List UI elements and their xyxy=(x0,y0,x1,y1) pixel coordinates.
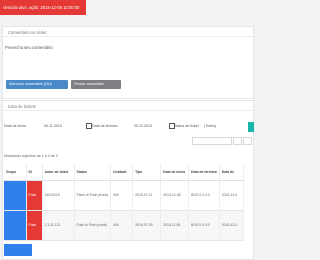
records-count: Mostrando registros de 1 a 2 de 2 xyxy=(4,154,58,158)
comment-textarea[interactable]: Preencha seu comentário xyxy=(5,45,53,50)
ticket-extra: 2015-12-0 xyxy=(219,210,244,241)
ticket-unit: N/A xyxy=(110,210,134,241)
ticket-end: BGS 0.0.0.0 xyxy=(188,180,220,211)
ticket-table: Grupo ID Autor do ticket Status Unidade … xyxy=(4,164,244,241)
status-label: Status de ticket xyxy=(174,124,199,128)
group-color-cell xyxy=(4,244,32,256)
col-header-type[interactable]: Tipo xyxy=(132,164,162,181)
search-input[interactable] xyxy=(192,137,232,145)
ticket-unit: N/A xyxy=(110,180,134,211)
table-row[interactable]: Push 2.3.31.121 Push di Push (trunk) N/A… xyxy=(4,210,244,241)
col-header-start[interactable]: Data de início xyxy=(160,164,190,181)
ticket-status: Plano di Push (trunk) xyxy=(74,180,112,211)
status-select[interactable]: (Todos) xyxy=(204,124,216,128)
ticket-type: 2015-07-11 xyxy=(132,180,162,211)
col-header-end[interactable]: Data de término xyxy=(188,164,220,181)
ticket-start: 2015-12-08 xyxy=(160,180,190,211)
group-color-cell xyxy=(4,210,27,241)
comment-panel-title: Comentário no ticket xyxy=(3,27,253,37)
date-to-input[interactable]: 05.12.2015 xyxy=(134,124,152,128)
ticket-author: 15012015 xyxy=(42,180,75,211)
export-button[interactable] xyxy=(243,137,252,145)
col-header-id[interactable]: ID xyxy=(26,164,43,181)
ticket-status: Push di Push (trunk) xyxy=(74,210,112,241)
date-from-input[interactable]: 05.11.2015 xyxy=(44,124,62,128)
add-comment-button[interactable]: Adicionar comentário (Ctrl) xyxy=(6,80,68,89)
divider xyxy=(2,98,254,99)
ticket-extra: 2015-12-0 xyxy=(219,180,244,211)
ticket-end: BGS 0.0.0.0 xyxy=(188,210,220,241)
filter-apply-button[interactable] xyxy=(248,122,254,132)
table-row[interactable]: Push 15012015 Plano di Push (trunk) N/A … xyxy=(4,180,244,211)
ticket-author: 2.3.31.121 xyxy=(42,210,75,241)
date-to-label: Data de término xyxy=(92,124,118,128)
ticket-id[interactable]: Push xyxy=(26,180,43,211)
col-header-status[interactable]: Status xyxy=(74,164,112,181)
close-comment-button[interactable]: Fechar comentário xyxy=(71,80,121,89)
group-color-cell xyxy=(4,180,27,211)
ticket-start: 2015-11-08 xyxy=(160,210,190,241)
filter-bar: Data de início 05.11.2015 Data de términ… xyxy=(4,122,256,132)
columns-button[interactable] xyxy=(233,137,242,145)
overdue-alert-banner: Vencido alvo, ação: 2015-12-05 10:00:00 xyxy=(0,0,86,15)
ticket-id[interactable]: Push xyxy=(26,210,43,241)
ticket-list-title: Lista de tickets xyxy=(3,101,253,111)
col-header-group[interactable]: Grupo xyxy=(4,164,27,181)
col-header-extra[interactable]: Data de xyxy=(219,164,244,181)
col-header-author[interactable]: Autor do ticket xyxy=(42,164,75,181)
date-from-label: Data de início xyxy=(4,124,26,128)
ticket-type: 2015-07-09 xyxy=(132,210,162,241)
col-header-unit[interactable]: Unidade xyxy=(110,164,134,181)
